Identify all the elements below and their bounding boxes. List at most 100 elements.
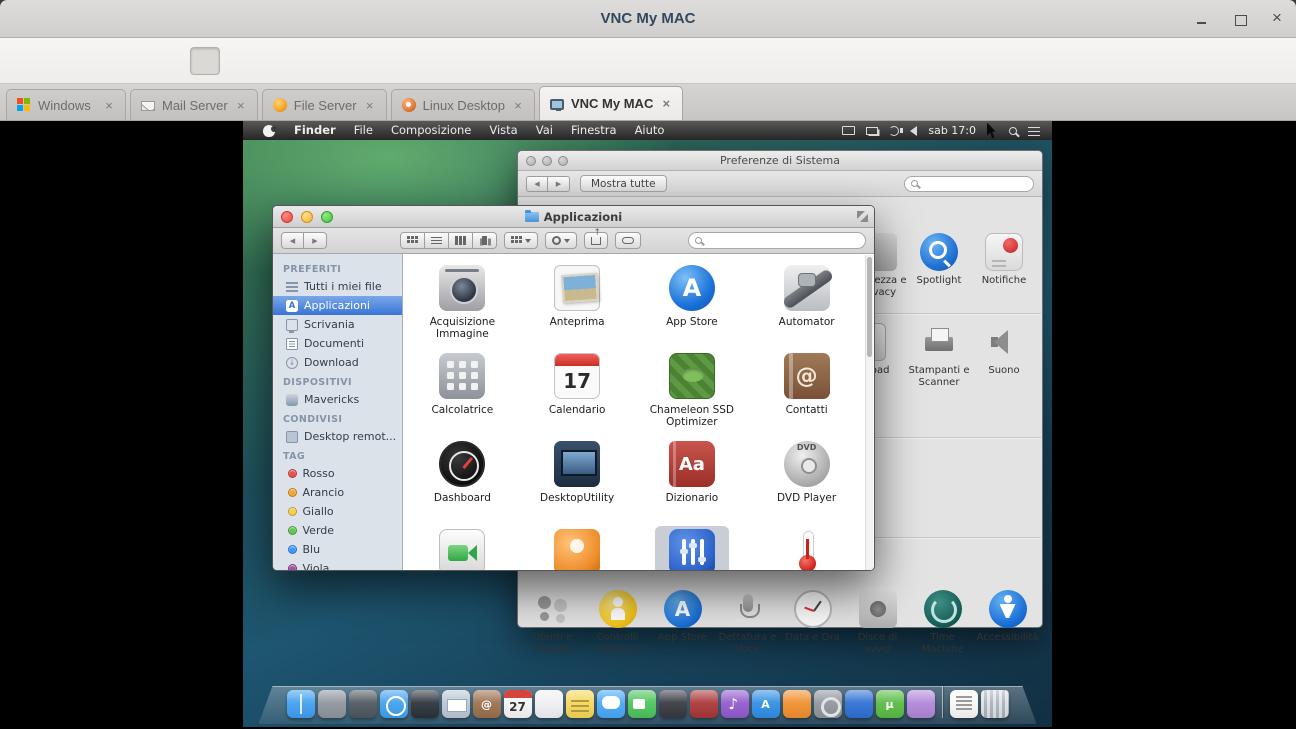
scrollbar[interactable]: [865, 255, 873, 570]
pref-item[interactable]: Data e Ora: [781, 590, 844, 655]
forward-button-icon[interactable]: [548, 176, 570, 192]
purpleapp-dock-icon[interactable]: [907, 690, 935, 718]
finder-search-field[interactable]: [688, 232, 866, 249]
app-item[interactable]: Calcolatrice: [405, 350, 520, 438]
app-item[interactable]: 17 Calendario: [520, 350, 635, 438]
sidebar-tag-item[interactable]: Viola: [273, 559, 402, 571]
notes-dock-icon[interactable]: [566, 690, 594, 718]
text-cursor-icon[interactable]: [586, 47, 616, 75]
show-all-button[interactable]: Mostra tutte: [580, 175, 667, 192]
spotlight-menu-icon[interactable]: [1009, 127, 1017, 135]
notification-center-icon[interactable]: [1028, 126, 1040, 136]
pref-item[interactable]: Disco di avvio: [846, 590, 909, 655]
menu-item[interactable]: Finestra: [562, 121, 626, 140]
photobooth-dock-icon[interactable]: [659, 690, 687, 718]
icon-view-icon[interactable]: [400, 232, 425, 249]
launchpad-dock-icon[interactable]: [318, 690, 346, 718]
minimize-button-icon[interactable]: [1194, 11, 1210, 27]
app-item[interactable]: Dashboard: [405, 438, 520, 526]
keyboard-icon[interactable]: [542, 47, 572, 75]
pref-item[interactable]: Notifiche: [961, 233, 1047, 287]
tab-close-icon[interactable]: [103, 98, 115, 113]
pref-item[interactable]: A App Store: [651, 590, 714, 655]
vnc-remote-screen[interactable]: FinderFileComposizioneVistaVaiFinestraAi…: [0, 121, 1296, 729]
close-window-icon[interactable]: [526, 156, 536, 166]
menu-item[interactable]: Aiuto: [626, 121, 674, 140]
zoom-window-icon[interactable]: [558, 156, 568, 166]
pref-item[interactable]: Controlli Censura: [586, 590, 649, 655]
cut-icon[interactable]: [366, 47, 396, 75]
display-status-icon[interactable]: [842, 126, 855, 135]
itunes-dock-icon[interactable]: [721, 690, 749, 718]
prefs-dock-icon[interactable]: [814, 690, 842, 718]
scrollbar-thumb[interactable]: [867, 257, 872, 357]
app-item[interactable]: [749, 526, 864, 571]
preferences-gears-icon[interactable]: [410, 47, 440, 75]
app-item[interactable]: A App Store: [635, 262, 750, 350]
toolbar-separator[interactable]: [454, 47, 484, 75]
app-item[interactable]: [635, 526, 750, 571]
toolbar-separator[interactable]: [278, 47, 308, 75]
sidebar-tag-item[interactable]: Giallo: [273, 502, 402, 521]
resize-icon[interactable]: [322, 47, 352, 75]
list-view-icon[interactable]: [425, 232, 449, 249]
sidebar-item[interactable]: Desktop remot...: [273, 427, 402, 446]
menu-item[interactable]: Vai: [527, 121, 562, 140]
new-display-icon[interactable]: [14, 47, 44, 75]
reminders-dock-icon[interactable]: [535, 690, 563, 718]
arrange-menu-icon[interactable]: [504, 232, 538, 249]
connect-icon[interactable]: [58, 47, 88, 75]
screenshot-icon[interactable]: [498, 47, 528, 75]
finder-dock-icon[interactable]: [287, 690, 315, 718]
scale-menu-chevron-icon[interactable]: [234, 47, 264, 75]
sidebar-item[interactable]: Download: [273, 353, 402, 372]
ibooks-dock-icon[interactable]: [783, 690, 811, 718]
tag-icon[interactable]: [615, 232, 641, 249]
calendar-dock-icon[interactable]: 27: [504, 690, 532, 718]
connect-menu-chevron-icon[interactable]: [102, 47, 132, 75]
app-item[interactable]: Acquisizione Immagine: [405, 262, 520, 350]
menu-item[interactable]: Vista: [480, 121, 526, 140]
zoom-window-icon[interactable]: [321, 211, 333, 223]
sync-status-icon[interactable]: [889, 126, 899, 136]
tab[interactable]: Linux Desktop: [391, 89, 535, 120]
duplicate-icon[interactable]: [146, 47, 176, 75]
app-item[interactable]: DesktopUtility: [520, 438, 635, 526]
messages-dock-icon[interactable]: [597, 690, 625, 718]
app-item[interactable]: Chameleon SSD Optimizer: [635, 350, 750, 438]
close-window-icon[interactable]: [281, 211, 293, 223]
menubar-clock[interactable]: sab 17:0: [928, 124, 976, 137]
maximize-button-icon[interactable]: [1232, 11, 1248, 27]
tab[interactable]: VNC My MAC: [539, 86, 683, 120]
scale-display-icon[interactable]: [190, 47, 220, 75]
app-item[interactable]: @ Contatti: [749, 350, 864, 438]
minimize-window-icon[interactable]: [301, 211, 313, 223]
pref-item[interactable]: Utenti e Gruppi: [521, 590, 584, 655]
trash-dock-icon[interactable]: [981, 690, 1009, 718]
textedit-dock-icon[interactable]: [950, 690, 978, 718]
sidebar-tag-item[interactable]: Arancio: [273, 483, 402, 502]
dashboard-dock-icon[interactable]: [411, 690, 439, 718]
sidebar-tag-item[interactable]: Rosso: [273, 464, 402, 483]
app-item[interactable]: Automator: [749, 262, 864, 350]
pref-item[interactable]: Suono: [961, 323, 1047, 377]
forward-button-icon[interactable]: [304, 232, 327, 249]
action-gear-icon[interactable]: [545, 232, 577, 249]
app-item[interactable]: Anteprima: [520, 262, 635, 350]
tab-close-icon[interactable]: [512, 98, 524, 113]
utorrent-dock-icon[interactable]: µ: [876, 690, 904, 718]
mirror-status-icon[interactable]: [866, 127, 878, 135]
sidebar-tag-item[interactable]: Blu: [273, 540, 402, 559]
syspref-search-field[interactable]: [904, 176, 1034, 192]
volume-status-icon[interactable]: [910, 126, 917, 136]
back-button-icon[interactable]: [281, 232, 304, 249]
tab[interactable]: Mail Server: [130, 89, 258, 120]
tab-close-icon[interactable]: [660, 96, 672, 111]
minimize-window-icon[interactable]: [542, 156, 552, 166]
pref-item[interactable]: Dettatura e Voce: [716, 590, 779, 655]
contacts-dock-icon[interactable]: @: [473, 690, 501, 718]
coverflow-view-icon[interactable]: [473, 232, 497, 249]
pref-item[interactable]: Time Machine: [911, 590, 974, 655]
share-icon[interactable]: [584, 232, 608, 249]
tab[interactable]: Windows: [6, 89, 126, 120]
